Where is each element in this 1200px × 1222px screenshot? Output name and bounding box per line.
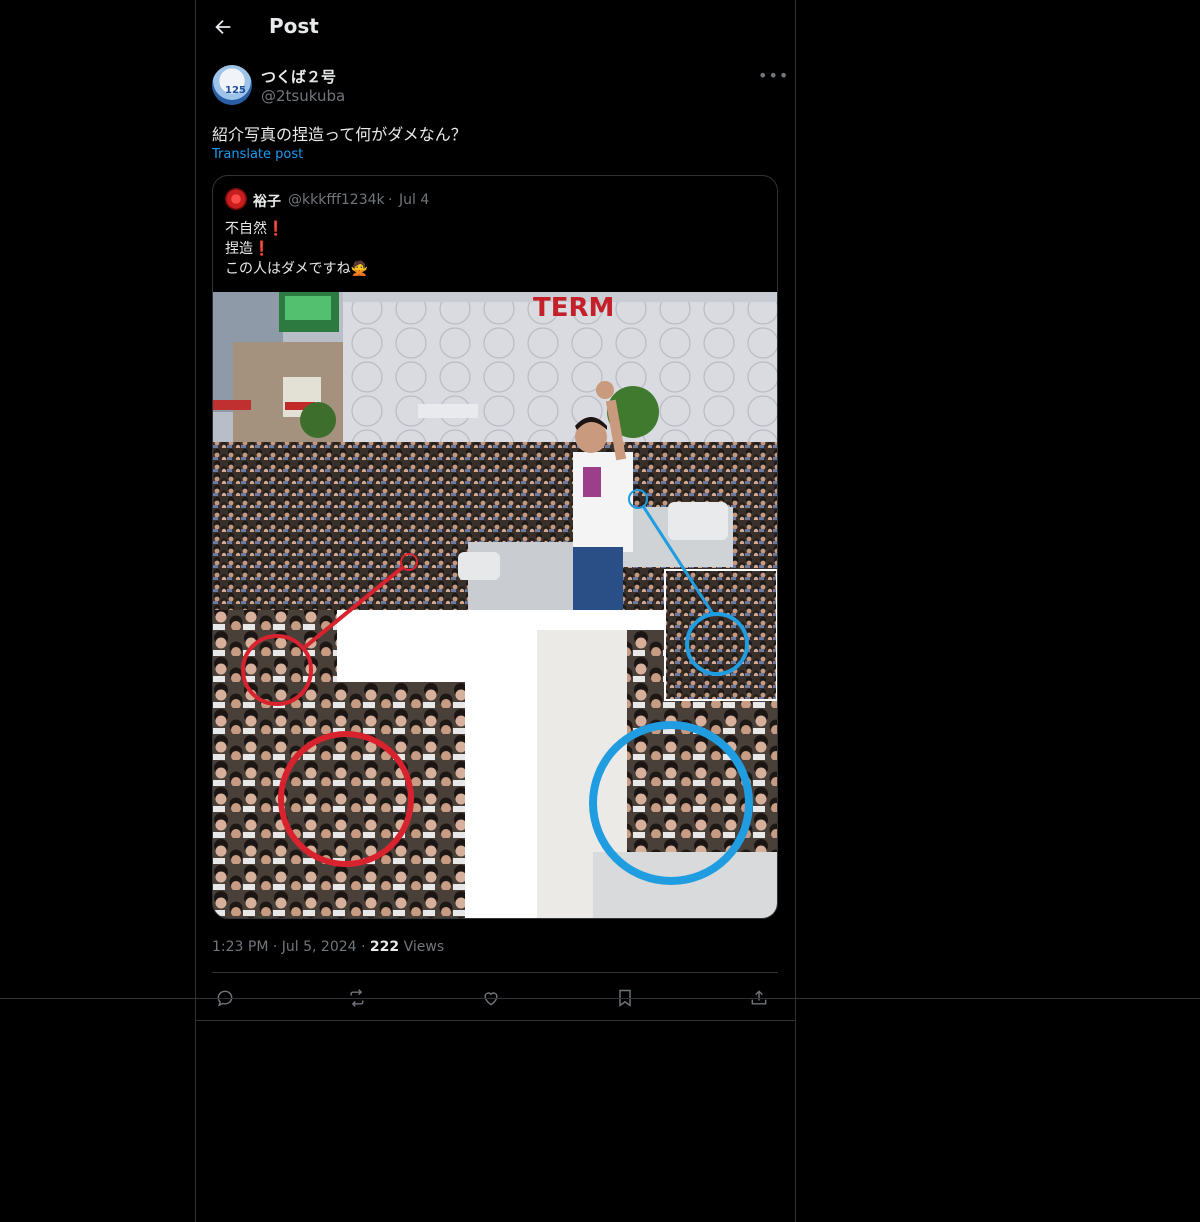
quote-date: Jul 4: [399, 192, 430, 208]
back-arrow-icon[interactable]: [212, 16, 234, 38]
page-title: Post: [269, 14, 319, 38]
store-sign: TERM: [533, 293, 614, 323]
quoted-photo[interactable]: TERM: [213, 292, 777, 918]
meta-separator: ·: [361, 939, 366, 955]
more-options-icon[interactable]: •••: [758, 66, 788, 86]
post-meta: 1:23 PM · Jul 5, 2024 · 222 Views: [212, 939, 444, 955]
author-handle[interactable]: @2tsukuba: [261, 87, 345, 105]
divider: [212, 972, 778, 973]
divider: [196, 1020, 795, 1021]
avatar-number: 125: [225, 85, 246, 96]
quote-line: 不自然❗: [225, 218, 284, 238]
author-display-name[interactable]: つくば２号: [261, 66, 336, 87]
quote-author-avatar: [225, 188, 247, 210]
exclamation-icon: ❗: [267, 221, 285, 237]
exclamation-icon: ❗: [253, 241, 271, 257]
quote-author-handle: @kkkfff1234k: [288, 192, 385, 208]
quote-line-text: この人はダメですね: [225, 261, 351, 277]
author-avatar[interactable]: 125: [212, 65, 252, 105]
post-text: 紹介写真の捏造って何がダメなん？: [212, 125, 467, 144]
views-count: 222: [369, 939, 400, 955]
post-time[interactable]: 1:23 PM: [212, 939, 268, 955]
post-column: Post 125 つくば２号 @2tsukuba ••• 紹介写真の捏造って何が…: [195, 0, 796, 1222]
top-bar: Post: [196, 0, 795, 55]
quoted-post[interactable]: 裕子 @kkkfff1234k · Jul 4 不自然❗ 捏造❗ この人はダメで…: [212, 175, 778, 919]
quote-line-text: 不自然: [225, 221, 267, 237]
no-gesture-emoji: 🙅: [350, 261, 369, 277]
views-label: Views: [403, 939, 445, 955]
quote-separator: ·: [388, 192, 393, 208]
photo-illustration: TERM: [213, 292, 777, 918]
meta-separator: ·: [272, 939, 278, 955]
quote-line: この人はダメですね🙅: [225, 258, 368, 278]
post-date[interactable]: Jul 5, 2024: [282, 939, 357, 955]
quote-author-name: 裕子: [253, 194, 281, 210]
overlay-line: [0, 998, 1200, 999]
translate-post-link[interactable]: Translate post: [212, 147, 303, 162]
quote-line-text: 捏造: [225, 241, 253, 257]
quote-line: 捏造❗: [225, 238, 270, 258]
